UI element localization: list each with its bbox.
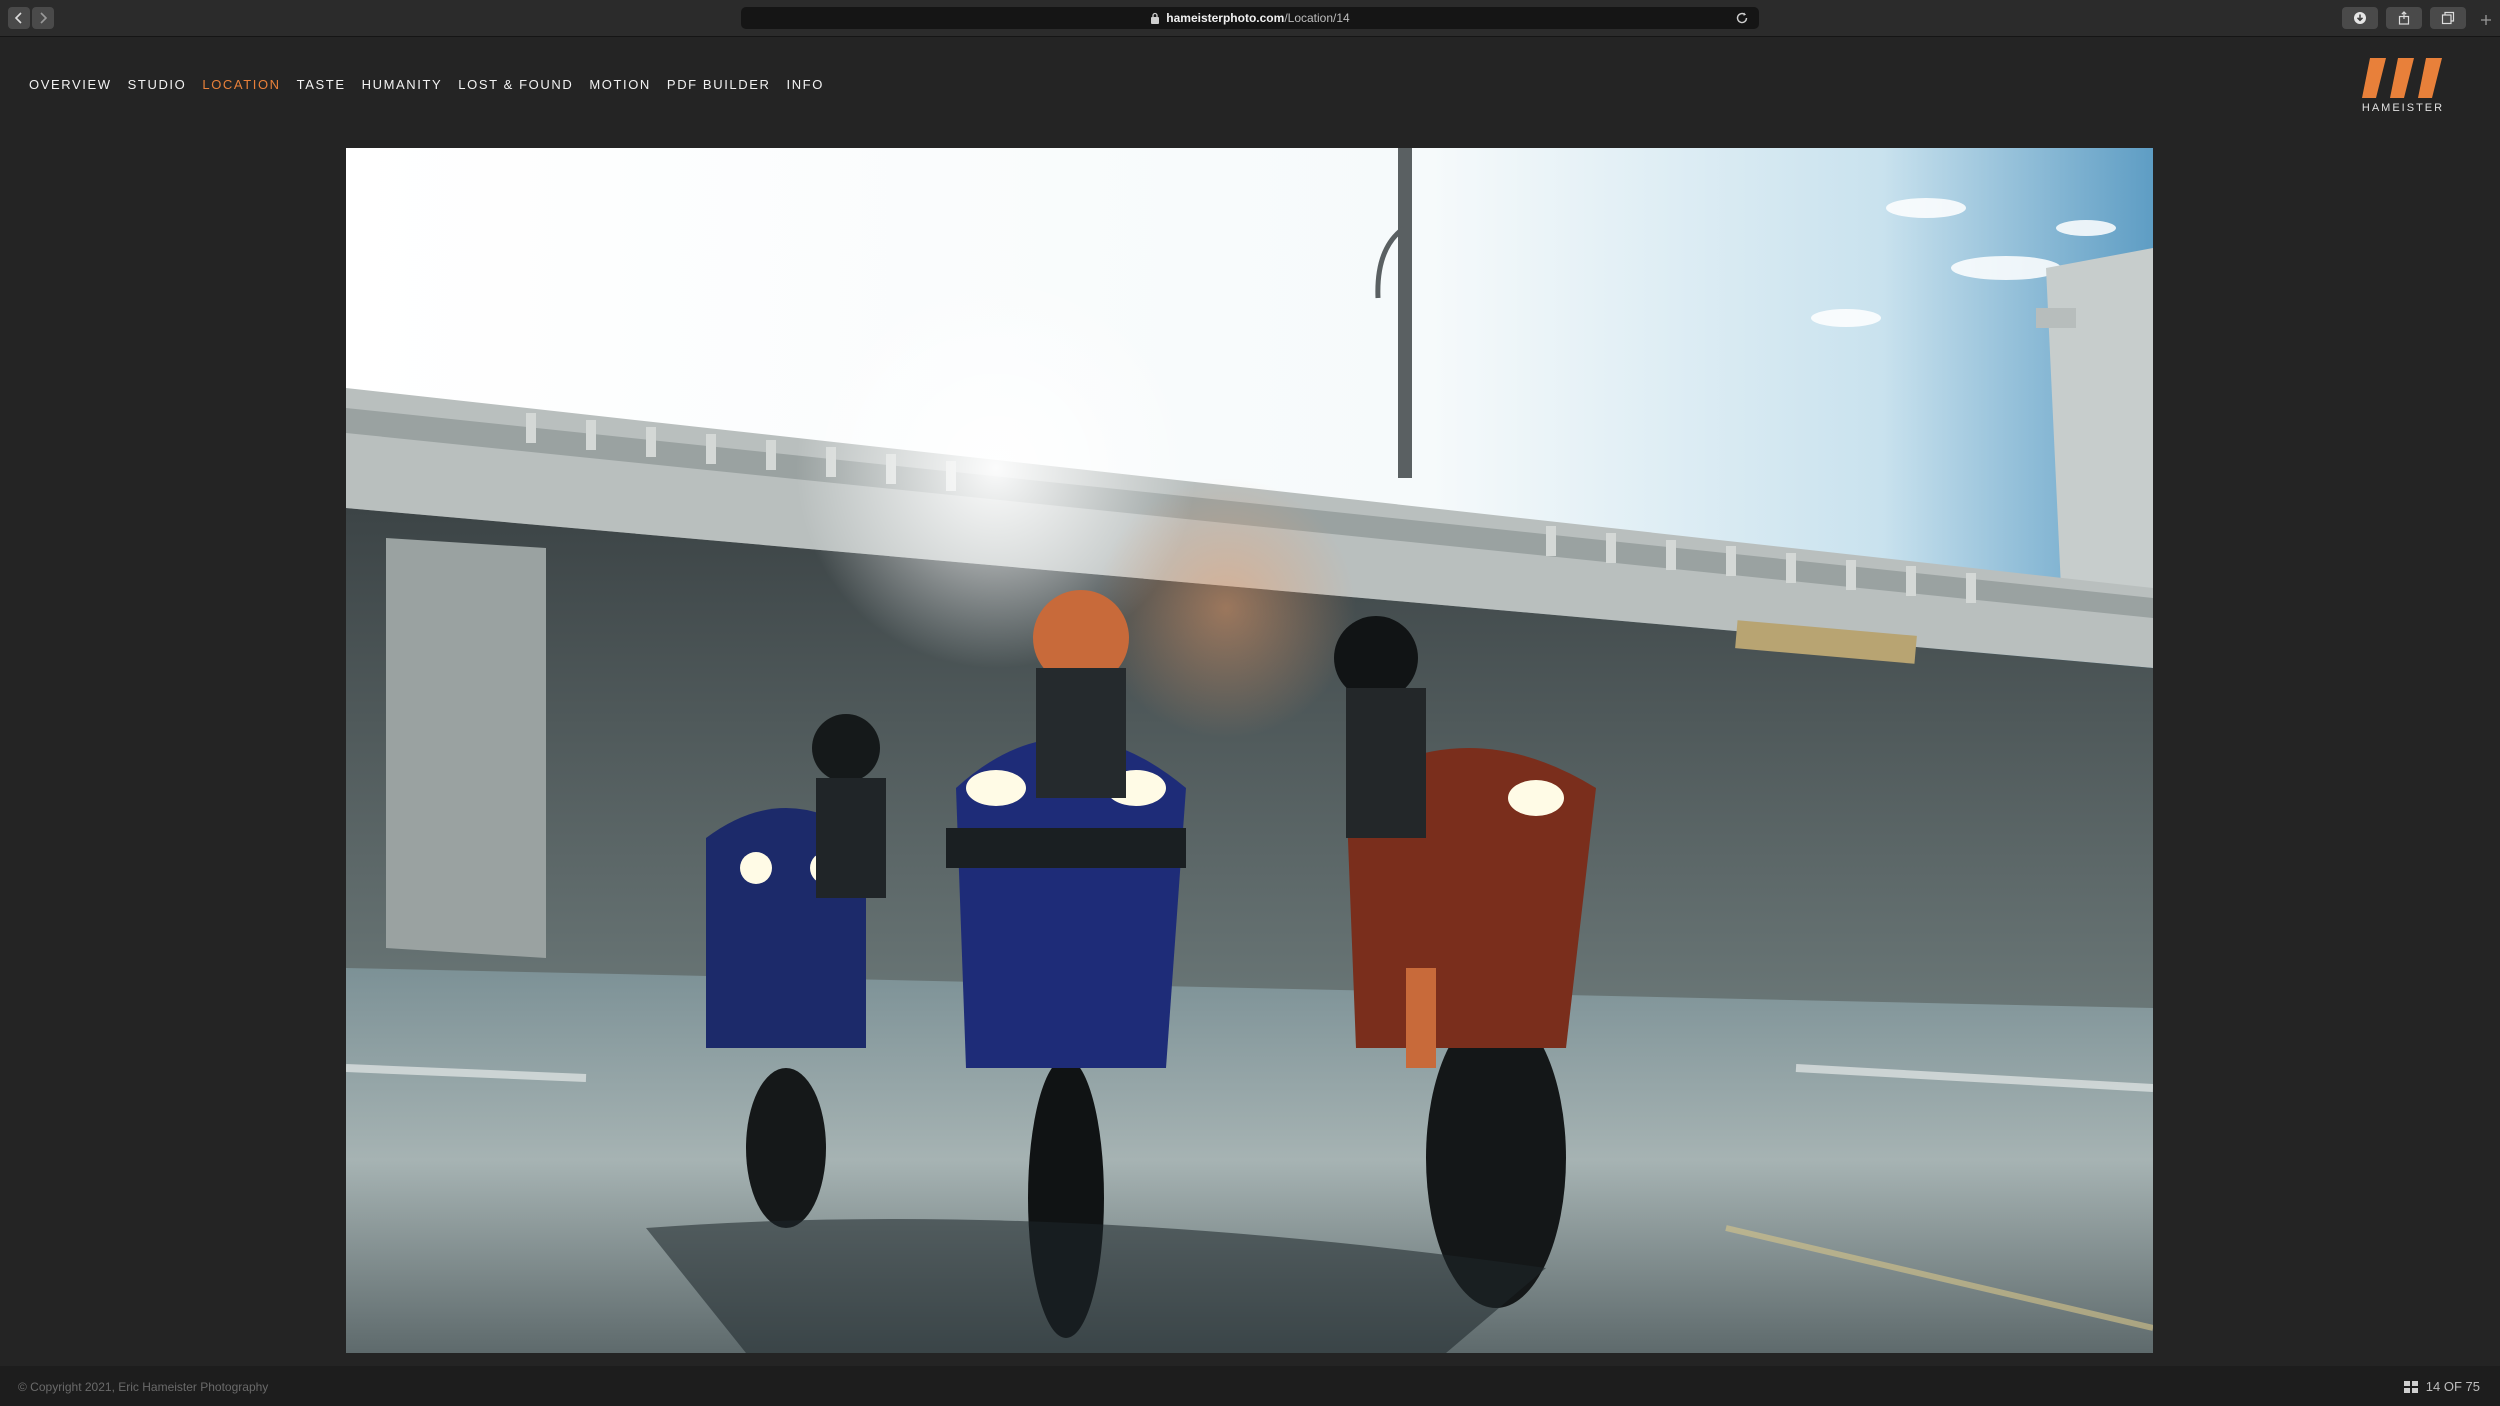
back-icon	[14, 12, 22, 24]
reload-icon[interactable]	[1735, 11, 1749, 25]
lock-icon	[1151, 12, 1160, 24]
hameister-logo[interactable]: HAMEISTER	[2358, 58, 2448, 116]
nav-pdf-builder[interactable]: PDF BUILDER	[667, 77, 771, 92]
nav-overview[interactable]: OVERVIEW	[29, 77, 112, 92]
share-icon	[2398, 11, 2410, 25]
new-tab-icon[interactable]	[2480, 14, 2492, 26]
nav-lost-and-found[interactable]: LOST & FOUND	[458, 77, 573, 92]
thumbnail-grid-icon[interactable]	[2403, 1380, 2418, 1393]
logo-stripes-icon	[2362, 58, 2442, 98]
nav-humanity[interactable]: HUMANITY	[362, 77, 443, 92]
nav-taste[interactable]: TASTE	[297, 77, 346, 92]
footer-bar: © Copyright 2021, Eric Hameister Photogr…	[0, 1366, 2500, 1406]
tabs-overview-button[interactable]	[2430, 7, 2466, 29]
url-host: hameisterphoto.com	[1166, 11, 1285, 25]
download-button[interactable]	[2342, 7, 2378, 29]
share-button[interactable]	[2386, 7, 2422, 29]
nav-location[interactable]: LOCATION	[202, 77, 280, 92]
tabs-icon	[2441, 11, 2455, 25]
image-counter-text: 14 OF 75	[2425, 1379, 2480, 1394]
site-nav: OVERVIEW STUDIO LOCATION TASTE HUMANITY …	[29, 77, 840, 92]
nav-info[interactable]: INFO	[786, 77, 823, 92]
image-counter: 14 OF 75	[2403, 1379, 2480, 1394]
browser-toolbar: hameisterphoto.com/Location/14	[0, 0, 2500, 37]
motorcycles-photo-image	[346, 148, 2153, 1353]
forward-icon	[40, 12, 48, 24]
logo-wordmark: HAMEISTER	[2361, 102, 2445, 114]
copyright-text: © Copyright 2021, Eric Hameister Photogr…	[18, 1380, 269, 1394]
download-icon	[2354, 12, 2366, 24]
nav-motion[interactable]: MOTION	[589, 77, 651, 92]
address-bar[interactable]: hameisterphoto.com/Location/14	[741, 7, 1759, 29]
forward-button[interactable]	[32, 7, 54, 29]
nav-studio[interactable]: STUDIO	[128, 77, 187, 92]
gallery-photo[interactable]	[346, 148, 2153, 1353]
back-button[interactable]	[8, 7, 30, 29]
url-path: /Location/14	[1284, 11, 1350, 25]
